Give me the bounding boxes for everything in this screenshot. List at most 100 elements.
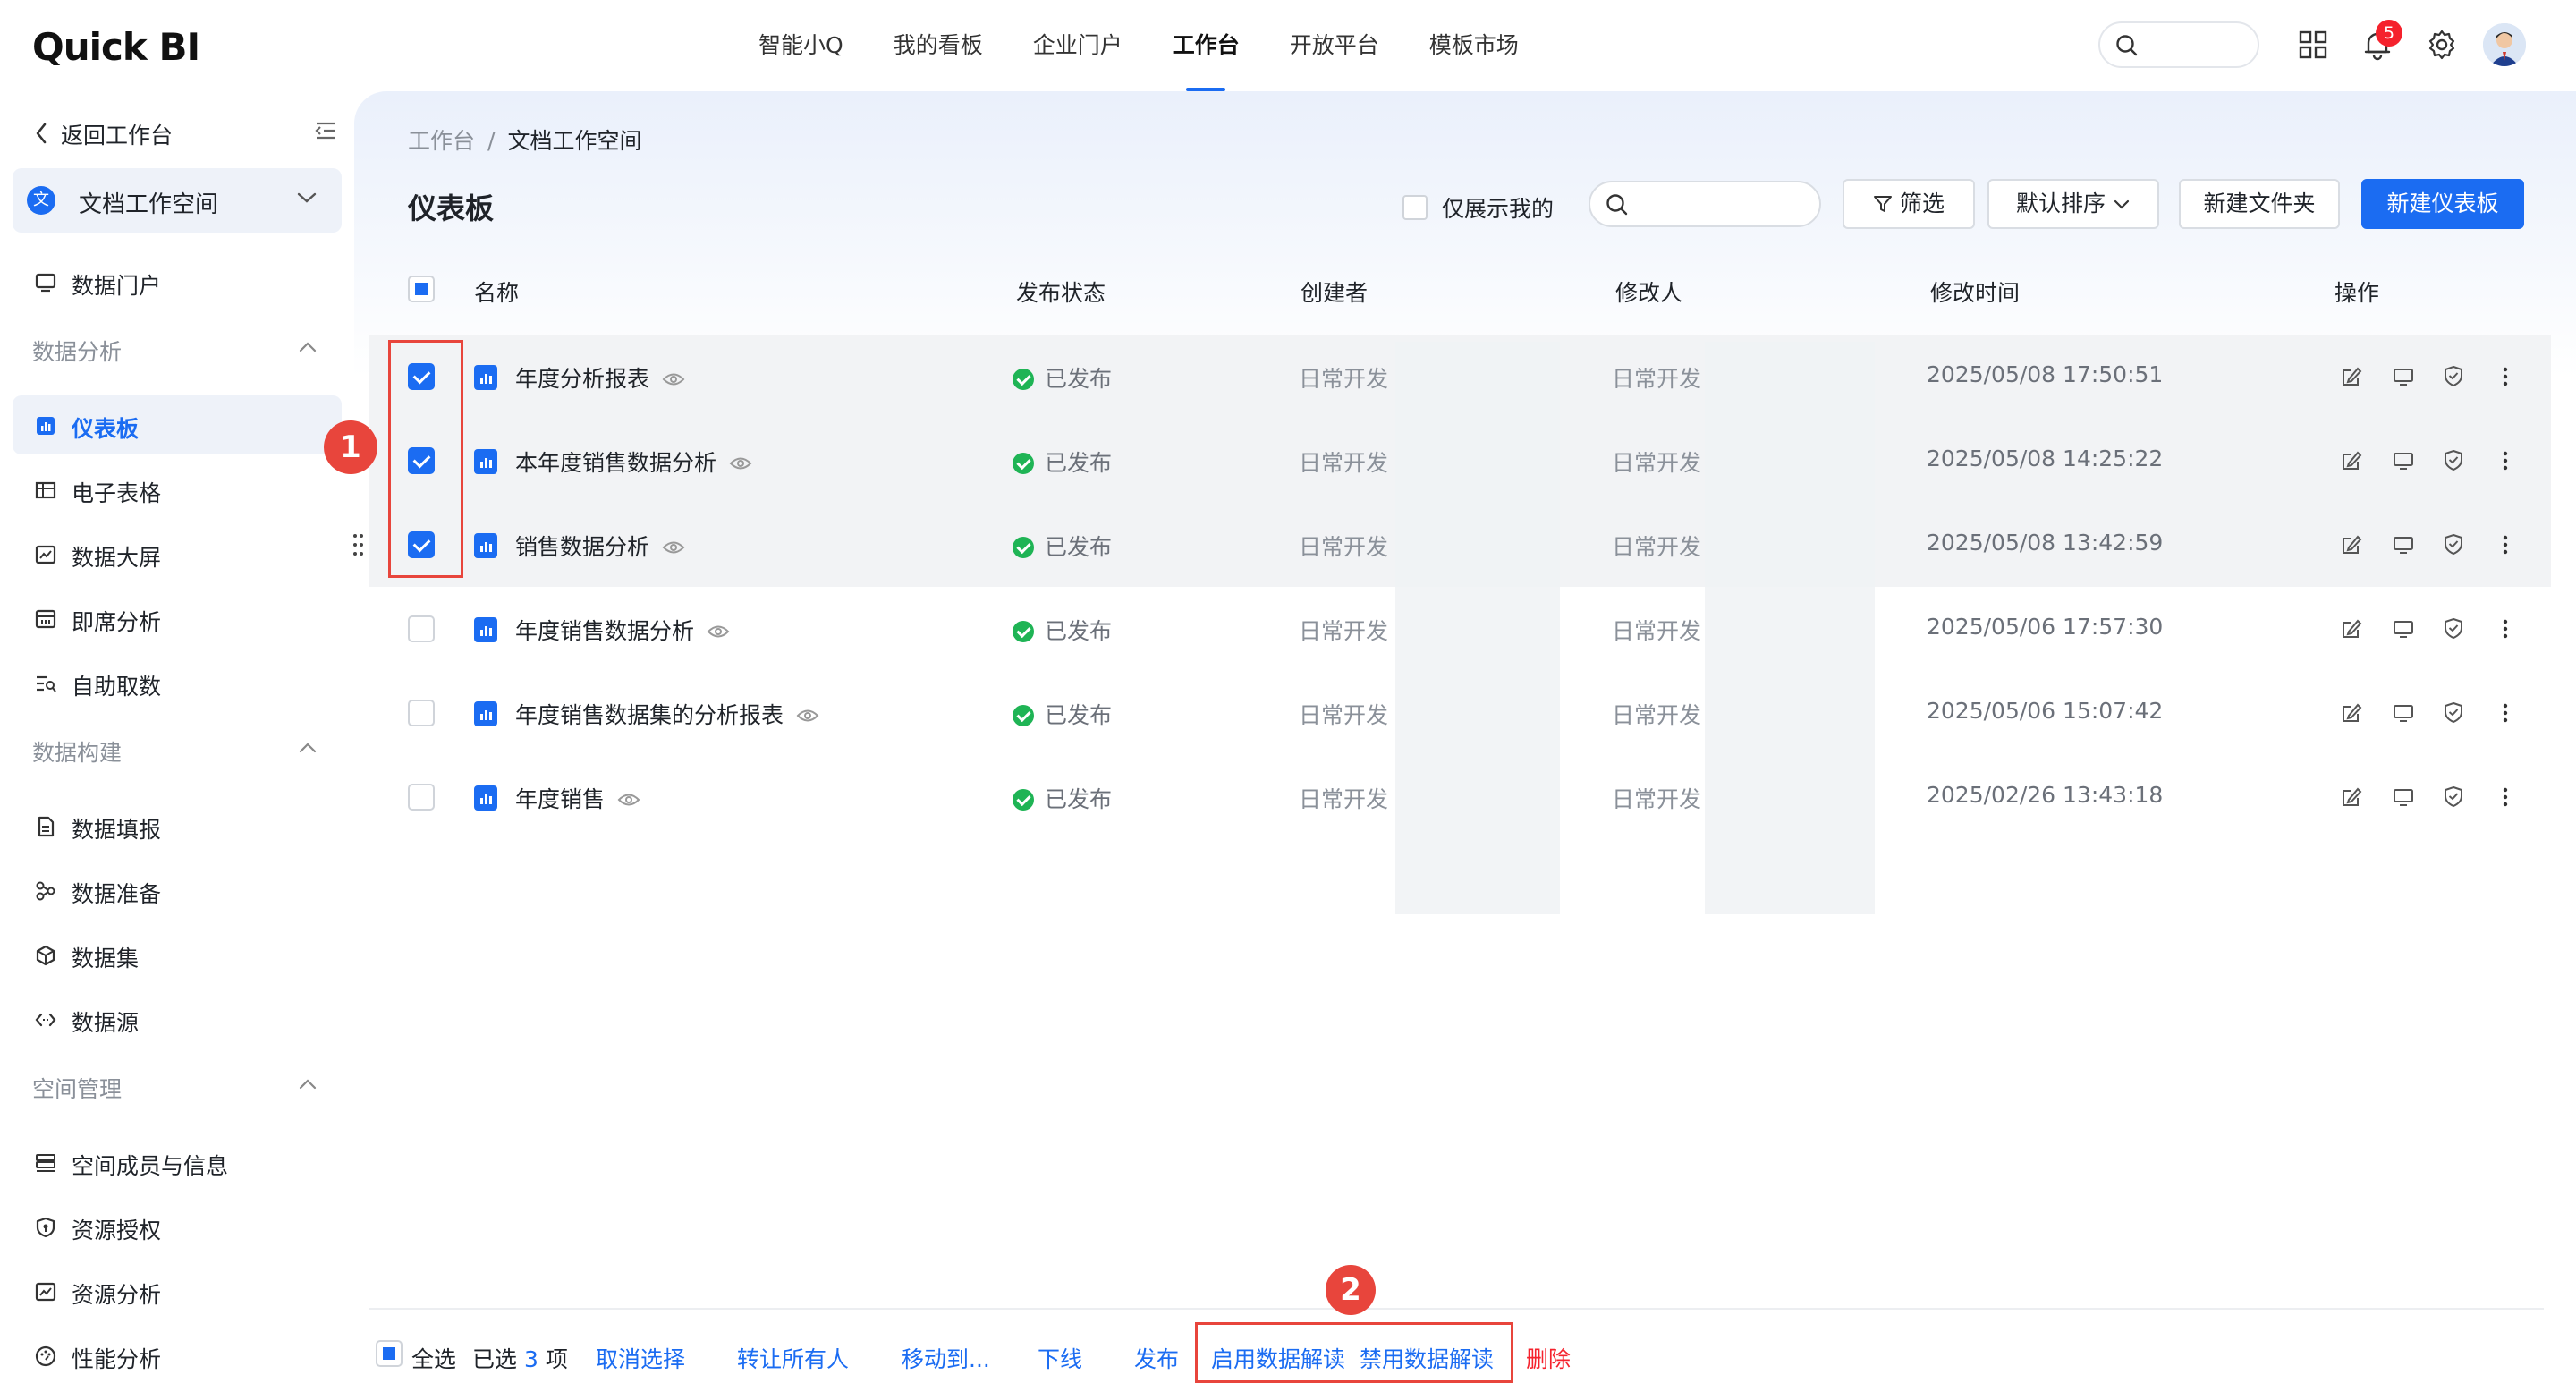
filter-button[interactable]: 筛选 bbox=[1843, 179, 1975, 229]
select-all-label[interactable]: 全选 bbox=[411, 1342, 456, 1374]
sidebar-group-space-management[interactable]: 空间管理 bbox=[32, 1072, 318, 1108]
more-vertical-icon[interactable] bbox=[2492, 531, 2519, 558]
form-icon bbox=[38, 816, 55, 837]
gear-icon[interactable] bbox=[2424, 27, 2460, 63]
row-name[interactable]: 年度销售 bbox=[515, 782, 640, 814]
nav-my-boards[interactable]: 我的看板 bbox=[869, 0, 1008, 91]
workspace-icon: 文 bbox=[27, 186, 55, 215]
shield-check-icon[interactable] bbox=[2440, 531, 2467, 558]
more-vertical-icon[interactable] bbox=[2492, 615, 2519, 642]
shield-check-icon[interactable] bbox=[2440, 447, 2467, 474]
column-header-actions: 操作 bbox=[2334, 280, 2380, 306]
sidebar-item-data-prep[interactable]: 数据准备 bbox=[13, 861, 342, 920]
eye-icon[interactable] bbox=[662, 539, 685, 556]
drag-handle-icon[interactable] bbox=[352, 531, 365, 558]
search-icon bbox=[2116, 35, 2138, 56]
row-name[interactable]: 年度销售数据集的分析报表 bbox=[515, 698, 819, 730]
sidebar-group-data-build[interactable]: 数据构建 bbox=[32, 735, 318, 771]
delete-link[interactable]: 删除 bbox=[1526, 1342, 1571, 1374]
back-to-workbench[interactable]: 返回工作台 bbox=[34, 113, 338, 152]
search-input[interactable] bbox=[1589, 181, 1821, 227]
eye-icon[interactable] bbox=[662, 371, 685, 387]
filter-label: 筛选 bbox=[1899, 191, 1945, 216]
edit-icon[interactable] bbox=[2338, 531, 2365, 558]
nav-template-market[interactable]: 模板市场 bbox=[1404, 0, 1544, 91]
select-all-checkbox[interactable] bbox=[408, 276, 435, 302]
eye-icon[interactable] bbox=[707, 624, 730, 640]
row-checkbox[interactable] bbox=[408, 700, 435, 726]
app-logo[interactable]: Quick BI bbox=[32, 25, 200, 69]
eye-icon[interactable] bbox=[796, 708, 819, 724]
sidebar-item-resource-analysis[interactable]: 资源分析 bbox=[13, 1261, 342, 1320]
more-vertical-icon[interactable] bbox=[2492, 784, 2519, 811]
preview-monitor-icon[interactable] bbox=[2390, 700, 2417, 726]
preview-monitor-icon[interactable] bbox=[2390, 784, 2417, 811]
sidebar-item-data-portal[interactable]: 数据门户 bbox=[13, 252, 342, 311]
sidebar-item-data-screen[interactable]: 数据大屏 bbox=[13, 524, 342, 583]
sidebar: 返回工作台 文 文档工作空间 数据门户 数据分析 仪表板 电子表格 数据大屏 即… bbox=[0, 91, 354, 1392]
sidebar-item-datasource[interactable]: 数据源 bbox=[13, 989, 342, 1048]
sidebar-item-data-fill[interactable]: 数据填报 bbox=[13, 796, 342, 855]
nav-open-platform[interactable]: 开放平台 bbox=[1265, 0, 1404, 91]
user-avatar[interactable] bbox=[2483, 23, 2526, 66]
sidebar-item-self-service-fetch[interactable]: 自助取数 bbox=[13, 653, 342, 712]
offline-link[interactable]: 下线 bbox=[1038, 1342, 1082, 1374]
row-checkbox[interactable] bbox=[408, 784, 435, 811]
sidebar-item-dataset[interactable]: 数据集 bbox=[13, 925, 342, 984]
global-search-input[interactable] bbox=[2098, 21, 2259, 68]
workspace-selector[interactable]: 文 文档工作空间 bbox=[13, 168, 342, 233]
cancel-selection-link[interactable]: 取消选择 bbox=[596, 1342, 685, 1374]
column-header-status: 发布状态 bbox=[1016, 280, 1106, 306]
edit-icon[interactable] bbox=[2338, 700, 2365, 726]
group-label: 数据构建 bbox=[32, 740, 123, 766]
move-to-link[interactable]: 移动到... bbox=[902, 1342, 990, 1374]
shield-check-icon[interactable] bbox=[2440, 615, 2467, 642]
checkbox[interactable] bbox=[1402, 195, 1428, 220]
eye-icon[interactable] bbox=[729, 455, 752, 471]
preview-monitor-icon[interactable] bbox=[2390, 531, 2417, 558]
row-checkbox[interactable] bbox=[408, 615, 435, 642]
sidebar-group-data-analysis[interactable]: 数据分析 bbox=[32, 335, 318, 370]
select-all-bottom-checkbox[interactable] bbox=[376, 1340, 402, 1367]
row-actions bbox=[2338, 531, 2535, 560]
eye-icon[interactable] bbox=[617, 792, 640, 808]
sidebar-item-performance[interactable]: 性能分析 bbox=[13, 1326, 342, 1385]
preview-monitor-icon[interactable] bbox=[2390, 447, 2417, 474]
row-name[interactable]: 销售数据分析 bbox=[515, 530, 685, 562]
preview-monitor-icon[interactable] bbox=[2390, 363, 2417, 390]
nav-smart-q[interactable]: 智能小Q bbox=[733, 0, 869, 91]
sidebar-item-resource-auth[interactable]: 资源授权 bbox=[13, 1197, 342, 1256]
new-dashboard-button[interactable]: 新建仪表板 bbox=[2361, 179, 2524, 229]
sidebar-item-spreadsheet[interactable]: 电子表格 bbox=[13, 460, 342, 519]
shield-check-icon[interactable] bbox=[2440, 700, 2467, 726]
edit-icon[interactable] bbox=[2338, 615, 2365, 642]
sidebar-item-label: 资源分析 bbox=[72, 1282, 162, 1308]
row-name[interactable]: 年度分析报表 bbox=[515, 361, 685, 394]
sort-dropdown[interactable]: 默认排序 bbox=[1987, 179, 2159, 229]
row-name[interactable]: 本年度销售数据分析 bbox=[515, 446, 752, 478]
edit-icon[interactable] bbox=[2338, 784, 2365, 811]
transfer-owner-link[interactable]: 转让所有人 bbox=[737, 1342, 849, 1374]
collapse-sidebar-icon[interactable] bbox=[313, 118, 338, 143]
edit-icon[interactable] bbox=[2338, 447, 2365, 474]
shield-check-icon[interactable] bbox=[2440, 363, 2467, 390]
edit-icon[interactable] bbox=[2338, 363, 2365, 390]
nav-workbench[interactable]: 工作台 bbox=[1148, 0, 1265, 91]
dashboard-file-icon bbox=[474, 533, 497, 558]
sidebar-item-adhoc-analysis[interactable]: 即席分析 bbox=[13, 589, 342, 648]
nav-enterprise-portal[interactable]: 企业门户 bbox=[1008, 0, 1148, 91]
selected-count-text: 已选 3 项 bbox=[472, 1346, 568, 1372]
breadcrumb-parent[interactable]: 工作台 bbox=[408, 128, 475, 154]
shield-check-icon[interactable] bbox=[2440, 784, 2467, 811]
shield-icon bbox=[36, 1217, 55, 1238]
more-vertical-icon[interactable] bbox=[2492, 700, 2519, 726]
publish-link[interactable]: 发布 bbox=[1134, 1342, 1179, 1374]
sidebar-item-space-members[interactable]: 空间成员与信息 bbox=[13, 1133, 342, 1192]
preview-monitor-icon[interactable] bbox=[2390, 615, 2417, 642]
more-vertical-icon[interactable] bbox=[2492, 447, 2519, 474]
row-name[interactable]: 年度销售数据分析 bbox=[515, 614, 730, 646]
new-folder-button[interactable]: 新建文件夹 bbox=[2179, 179, 2340, 229]
sidebar-item-dashboard[interactable]: 仪表板 bbox=[13, 395, 342, 454]
more-vertical-icon[interactable] bbox=[2492, 363, 2519, 390]
apps-grid-icon[interactable] bbox=[2295, 27, 2331, 63]
